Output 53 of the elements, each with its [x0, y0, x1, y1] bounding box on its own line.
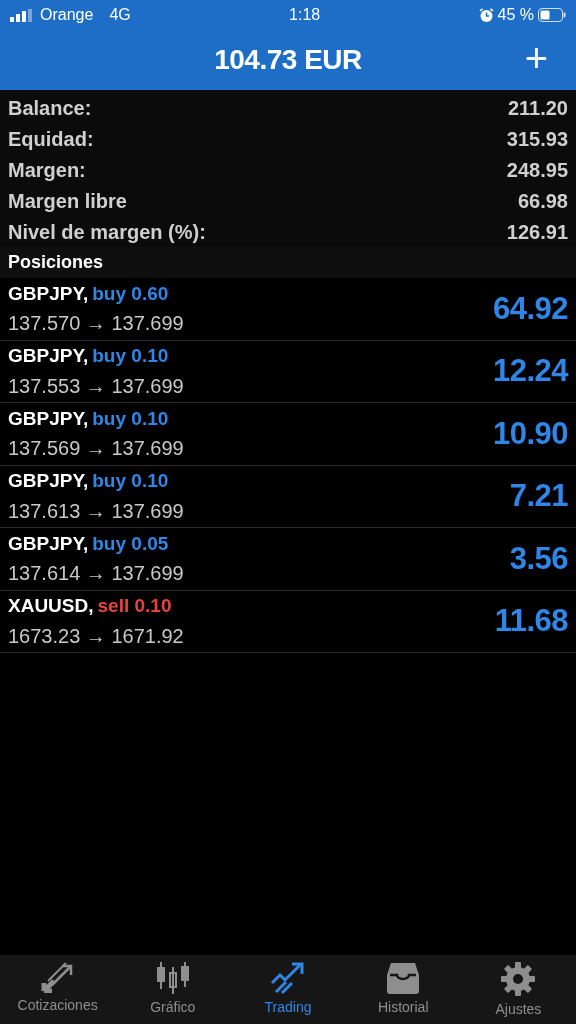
summary-label: Margen: [8, 157, 86, 183]
price-range: 137.570 → 137.699 [8, 311, 184, 336]
trade-type-volume: sell 0.10 [97, 594, 172, 618]
inbox-icon [385, 961, 422, 995]
battery-icon [538, 8, 566, 22]
profit-value: 10.90 [492, 414, 568, 453]
trade-type-volume: buy 0.10 [92, 406, 169, 431]
carrier-name: Orange [40, 5, 94, 25]
battery-percent: 45 % [497, 5, 534, 25]
alarm-icon [478, 7, 494, 23]
trend-up-icon [270, 961, 306, 995]
trade-type-volume: buy 0.60 [92, 281, 169, 306]
symbol-label: XAUUSD, [8, 594, 94, 618]
profit-value: 64.92 [492, 289, 568, 328]
price-range: 137.614 → 137.699 [8, 561, 184, 586]
tab-button[interactable]: Historial [345, 955, 461, 1024]
clock-time: 1:18 [288, 5, 322, 25]
summary-label: Balance: [8, 95, 92, 121]
trade-type-volume: buy 0.10 [92, 469, 169, 493]
trade-type-volume: buy 0.10 [92, 344, 169, 368]
symbol-label: GBPJPY, [8, 531, 89, 556]
summary-value: 66.98 [517, 188, 568, 214]
symbol-label: GBPJPY, [8, 344, 89, 368]
profit-value: 11.68 [494, 602, 568, 640]
symbol-label: GBPJPY, [8, 469, 89, 493]
summary-label: Nivel de margen (%): [8, 219, 206, 245]
summary-value: 126.91 [506, 219, 568, 245]
profit-value: 7.21 [509, 477, 568, 515]
profit-value: 3.56 [509, 539, 568, 578]
summary-value: 211.20 [507, 95, 568, 121]
symbol-label: GBPJPY, [8, 406, 89, 431]
tab-button[interactable]: Trading [230, 955, 346, 1024]
symbol-label: GBPJPY, [8, 281, 89, 306]
summary-value: 315.93 [506, 126, 568, 152]
summary-label: Margen libre [8, 188, 127, 214]
price-range: 137.613 → 137.699 [8, 498, 184, 524]
price-range: 1673.23 → 1671.92 [8, 623, 184, 649]
settings-icon [500, 961, 537, 997]
network-type: 4G [109, 5, 131, 25]
price-range: 137.553 → 137.699 [8, 373, 184, 399]
tab-button[interactable]: Gráfico [115, 955, 231, 1024]
profit-value: 12.24 [492, 352, 568, 390]
tab-button[interactable]: Ajustes [460, 955, 576, 1024]
tab-button[interactable]: Cotizaciones [0, 955, 116, 1024]
signal-icon [10, 8, 32, 22]
candlestick-icon [154, 961, 191, 995]
section-title: Posiciones [8, 251, 104, 274]
trade-type-volume: buy 0.05 [92, 531, 169, 556]
summary-label: Equidad: [8, 126, 94, 152]
summary-value: 248.95 [506, 157, 568, 183]
price-range: 137.569 → 137.699 [8, 436, 184, 461]
account-balance-title: 104.73 EUR [214, 43, 362, 77]
add-button[interactable]: + [524, 36, 548, 80]
